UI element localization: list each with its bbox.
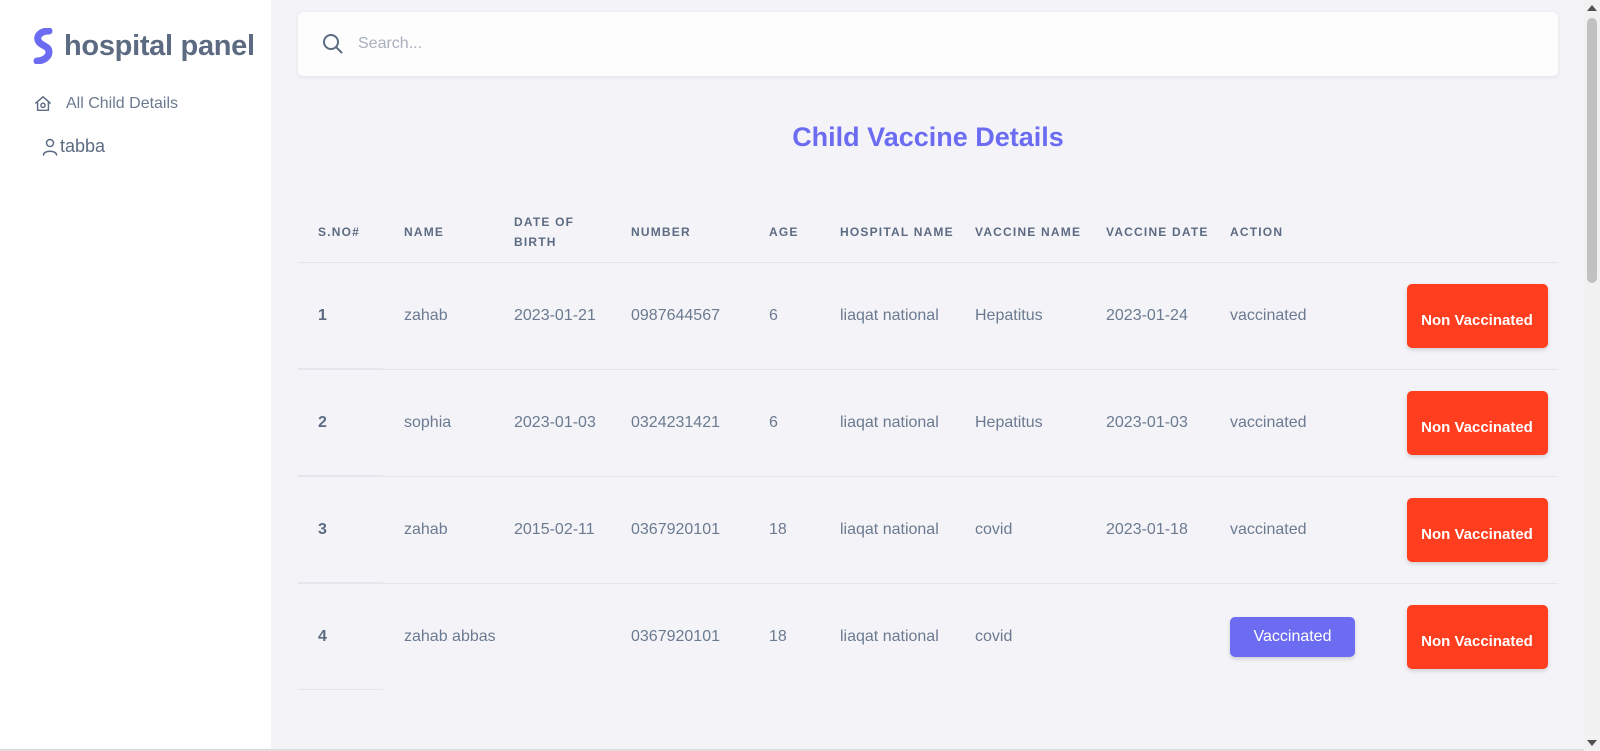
table-header-row: S.NO# NAME DATE OF BIRTH NUMBER AGE HOSP… bbox=[298, 203, 1558, 262]
cell-number: 0987644567 bbox=[631, 261, 769, 369]
cell-number: 0367920101 bbox=[631, 475, 769, 583]
column-header-sno: S.NO# bbox=[318, 225, 361, 240]
user-icon bbox=[42, 138, 58, 156]
cell-age: 18 bbox=[769, 582, 840, 690]
cell-vaccine-name: Hepatitus bbox=[975, 261, 1106, 369]
cell-name: zahab bbox=[404, 475, 514, 583]
sidebar-item-label: All Child Details bbox=[66, 95, 179, 112]
sidebar: hospital panel All Child Details tabba bbox=[0, 0, 271, 751]
column-header-age: AGE bbox=[769, 225, 799, 240]
sidebar-item-label: tabba bbox=[60, 136, 106, 156]
cell-sno: 2 bbox=[298, 368, 404, 476]
cell-name: zahab bbox=[404, 261, 514, 369]
scroll-down-arrow-icon[interactable] bbox=[1587, 740, 1597, 746]
home-icon bbox=[35, 96, 51, 112]
cell-hospital: liaqat national bbox=[840, 261, 975, 369]
cell-name: sophia bbox=[404, 368, 514, 476]
scroll-up-arrow-icon[interactable] bbox=[1587, 5, 1597, 11]
cell-dob: 2023-01-21 bbox=[514, 261, 631, 369]
cell-sno: 1 bbox=[298, 261, 404, 369]
column-header-dob: DATE OF BIRTH bbox=[514, 215, 575, 250]
cell-number: 0324231421 bbox=[631, 368, 769, 476]
scrollbar[interactable] bbox=[1584, 0, 1600, 751]
cell-hospital: liaqat national bbox=[840, 582, 975, 690]
non-vaccinated-button[interactable]: Non Vaccinated bbox=[1406, 604, 1548, 669]
cell-non-vaccinated: Non Vaccinated bbox=[1396, 475, 1558, 583]
non-vaccinated-button[interactable]: Non Vaccinated bbox=[1406, 497, 1548, 562]
search-bar bbox=[298, 12, 1558, 76]
cell-vaccine-name: covid bbox=[975, 475, 1106, 583]
action-status-text: vaccinated bbox=[1230, 520, 1307, 538]
column-header-number: NUMBER bbox=[631, 225, 691, 240]
table-row: 3 zahab 2015-02-11 0367920101 18 liaqat natio… bbox=[298, 475, 1558, 583]
cell-dob: 2023-01-03 bbox=[514, 368, 631, 476]
column-header-name: NAME bbox=[404, 225, 445, 240]
sidebar-item-user[interactable]: tabba bbox=[42, 136, 105, 157]
divider bbox=[298, 689, 383, 690]
table-row: 4 zahab abbas 0367920101 18 liaqat national c… bbox=[298, 582, 1558, 690]
action-status-text: vaccinated bbox=[1230, 306, 1307, 324]
cell-sno: 3 bbox=[298, 475, 404, 583]
scroll-thumb[interactable] bbox=[1587, 18, 1597, 283]
action-status-text: vaccinated bbox=[1230, 413, 1307, 431]
cell-action: vaccinated bbox=[1230, 261, 1396, 369]
cell-vaccine-date: 2023-01-24 bbox=[1106, 261, 1230, 369]
cell-vaccine-name: covid bbox=[975, 582, 1106, 690]
table-row: 1 zahab 2023-01-21 0987644567 6 liaqat nation… bbox=[298, 261, 1558, 369]
cell-vaccine-name: Hepatitus bbox=[975, 368, 1106, 476]
cell-vaccine-date: 2023-01-03 bbox=[1106, 368, 1230, 476]
cell-age: 18 bbox=[769, 475, 840, 583]
divider bbox=[298, 475, 383, 476]
column-header-vaccine-date: VACCINE DATE bbox=[1106, 225, 1209, 240]
cell-number: 0367920101 bbox=[631, 582, 769, 690]
search-icon[interactable] bbox=[322, 33, 344, 55]
table-row: 2 sophia 2023-01-03 0324231421 6 liaqat natio… bbox=[298, 368, 1558, 476]
non-vaccinated-button[interactable]: Non Vaccinated bbox=[1406, 390, 1548, 455]
cell-sno: 4 bbox=[298, 582, 404, 690]
search-input[interactable] bbox=[358, 35, 1508, 53]
divider bbox=[298, 582, 383, 583]
cell-age: 6 bbox=[769, 368, 840, 476]
cell-non-vaccinated: Non Vaccinated bbox=[1396, 582, 1558, 690]
non-vaccinated-button[interactable]: Non Vaccinated bbox=[1406, 283, 1548, 348]
page-title: Child Vaccine Details bbox=[792, 122, 1064, 152]
cell-action: vaccinated bbox=[1230, 475, 1396, 583]
cell-dob: 2015-02-11 bbox=[514, 475, 631, 583]
cell-hospital: liaqat national bbox=[840, 475, 975, 583]
vaccinated-button[interactable]: Vaccinated bbox=[1230, 616, 1355, 657]
column-header-hospital: HOSPITAL NAME bbox=[840, 225, 954, 240]
cell-vaccine-date: 2023-01-18 bbox=[1106, 475, 1230, 583]
column-header-action: ACTION bbox=[1230, 225, 1284, 240]
logo-icon bbox=[33, 28, 53, 64]
cell-hospital: liaqat national bbox=[840, 368, 975, 476]
cell-non-vaccinated: Non Vaccinated bbox=[1396, 261, 1558, 369]
vaccine-table: S.NO# NAME DATE OF BIRTH NUMBER AGE HOSP… bbox=[298, 203, 1558, 690]
brand-name: hospital panel bbox=[64, 29, 255, 62]
cell-action: vaccinated bbox=[1230, 368, 1396, 476]
cell-action: Vaccinated bbox=[1230, 582, 1396, 690]
brand[interactable]: hospital panel bbox=[32, 28, 255, 64]
cell-vaccine-date bbox=[1106, 582, 1230, 690]
sidebar-item-all-child-details[interactable]: All Child Details bbox=[34, 95, 178, 113]
cell-age: 6 bbox=[769, 261, 840, 369]
cell-non-vaccinated: Non Vaccinated bbox=[1396, 368, 1558, 476]
divider bbox=[298, 368, 383, 369]
cell-name: zahab abbas bbox=[404, 582, 514, 690]
column-header-vaccine-name: VACCINE NAME bbox=[975, 225, 1082, 240]
cell-dob bbox=[514, 582, 631, 690]
column-header-blank bbox=[1396, 203, 1558, 262]
